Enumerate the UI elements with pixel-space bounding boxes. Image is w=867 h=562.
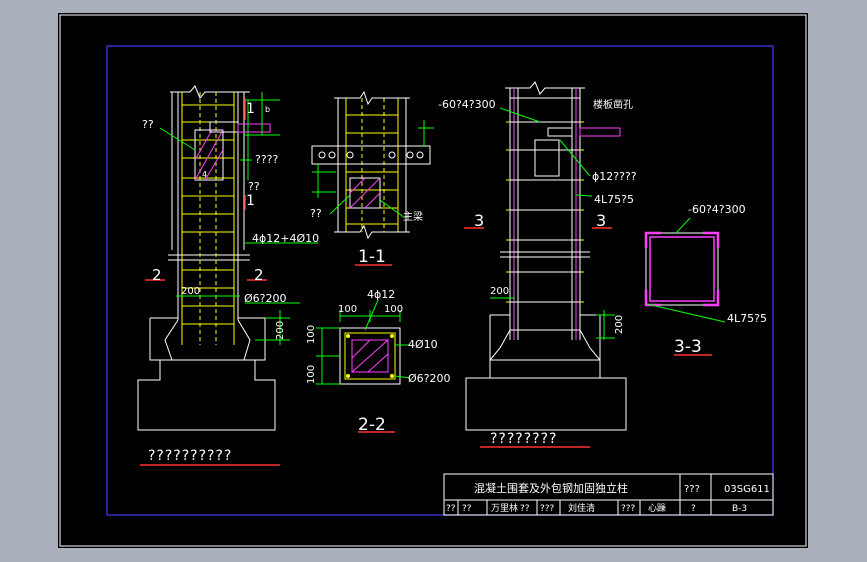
section-3-3-label-angle: 4L75?5 <box>727 312 767 325</box>
section-3-3-label-plate: -60?4?300 <box>688 203 746 216</box>
title-block-cell-0: ?? <box>446 504 456 514</box>
right-label-bar: ɸ12???? <box>592 170 637 183</box>
right-label-plate: -60?4?300 <box>438 98 496 111</box>
left-section-2-left: 2 <box>152 266 162 284</box>
right-section-3-right: 3 <box>596 211 606 230</box>
section-2-2-dim-100-a: 100 <box>338 304 357 315</box>
sheet-background <box>58 13 808 548</box>
section-2-2-label-stirrup: Ø6?200 <box>408 372 451 385</box>
title-block-cell-1: ?? <box>462 504 472 514</box>
left-section-2-right: 2 <box>254 266 264 284</box>
right-label-angle: 4L75?5 <box>594 193 634 206</box>
left-dim-200-right: 200 <box>275 321 286 340</box>
right-elevation-title: ???????? <box>490 431 557 447</box>
left-elevation-title: ?????????? <box>148 448 232 464</box>
section-2-2-dim-100-left-bottom: 100 <box>306 365 317 384</box>
section-1-1-label-main: 主梁 <box>403 210 423 223</box>
title-block-cell-2: 万里林 <box>491 502 518 514</box>
left-label-stirrup: Ø6?200 <box>244 292 287 305</box>
cad-drawing-canvas: ?? 1 1 b 4 ???? ?? 4ɸ12+4Ø10 2 2 200 Ø6?… <box>58 13 808 548</box>
left-small-4: 4 <box>202 170 207 179</box>
section-1-1-title: 1-1 <box>358 247 386 267</box>
left-label-qq: ?? <box>142 118 154 131</box>
left-marker-1: 1 <box>246 101 255 117</box>
left-marker-1-lower: 1 <box>246 193 255 209</box>
title-block-qq-label: ??? <box>684 484 700 495</box>
right-label-hole: 楼板凿孔 <box>593 98 633 111</box>
left-small-b: b <box>265 105 270 114</box>
title-block-atlas-no: 03SG611 <box>724 484 770 495</box>
section-2-2-dim-100-left-top: 100 <box>306 325 317 344</box>
title-block-cell-5: 刘佳清 <box>568 502 595 514</box>
title-block-page: B-3 <box>732 504 747 514</box>
title-block-cell-8: ? <box>691 504 696 514</box>
title-block-cell-6: ??? <box>621 504 636 514</box>
right-section-3-left: 3 <box>474 211 484 230</box>
left-dim-200-top: 200 <box>181 286 200 297</box>
left-label-qqqq: ???? <box>255 153 279 166</box>
section-2-2-dim-100-b: 100 <box>384 304 403 315</box>
section-2-2-title: 2-2 <box>358 415 386 435</box>
section-1-1-label-qq: ?? <box>310 207 322 220</box>
left-label-qq-mid: ?? <box>248 180 260 193</box>
section-3-3-title: 3-3 <box>674 337 702 357</box>
section-2-2-label-top-rebar: 4ɸ12 <box>367 288 395 301</box>
title-block-drawing-title: 混凝土围套及外包钢加固独立柱 <box>474 481 628 495</box>
title-block-cell-7: 心躁 <box>648 503 666 514</box>
title-block-cell-4: ??? <box>540 504 555 514</box>
title-block-cell-3: ?? <box>520 504 530 514</box>
right-dim-200: 200 <box>490 286 509 297</box>
left-label-rebar: 4ɸ12+4Ø10 <box>252 232 319 245</box>
right-dim-200-vertical: 200 <box>614 315 625 334</box>
section-2-2-label-4010: 4Ø10 <box>408 338 438 351</box>
